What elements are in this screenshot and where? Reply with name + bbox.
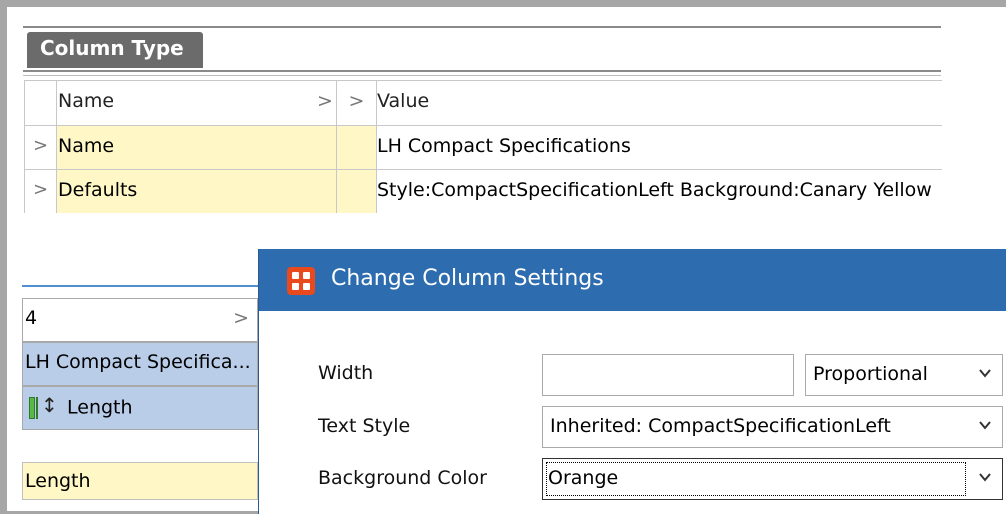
header-name[interactable]: Name xyxy=(56,81,336,125)
panel-separator xyxy=(22,285,258,287)
text-style-select[interactable]: Inherited: CompactSpecificationLeft xyxy=(542,406,1003,448)
background-color-select[interactable]: Orange xyxy=(542,458,1003,500)
length-item-label: Length xyxy=(67,396,133,419)
chevron-right-icon[interactable]: > xyxy=(233,307,249,329)
text-style-value: Inherited: CompactSpecificationLeft xyxy=(550,415,891,437)
sort-arrow-icon[interactable]: > xyxy=(312,81,338,125)
width-input[interactable] xyxy=(542,354,794,396)
width-mode-select[interactable]: Proportional xyxy=(805,354,1003,396)
column-name-item[interactable]: LH Compact Specifica... xyxy=(22,342,258,386)
index-value: 4 xyxy=(25,307,38,329)
change-column-settings-dialog: Change Column Settings Width Proportiona… xyxy=(258,249,1006,514)
chevron-down-icon[interactable] xyxy=(977,365,993,381)
background-color-label: Background Color xyxy=(318,467,487,489)
property-name: Defaults xyxy=(56,170,336,213)
row-expander-icon[interactable]: > xyxy=(24,170,56,213)
property-grid: Name > > Value > Name LH Compact Specifi… xyxy=(24,80,942,214)
chevron-down-icon[interactable] xyxy=(977,417,993,433)
property-value[interactable]: Style:CompactSpecificationLeft Backgroun… xyxy=(376,170,942,213)
tab-strip-divider-light xyxy=(23,75,941,76)
tab-strip-top-border xyxy=(23,26,941,28)
property-spacer xyxy=(336,170,376,213)
table-row[interactable]: > Name LH Compact Specifications xyxy=(24,125,942,169)
row-expander-icon[interactable]: > xyxy=(24,126,56,169)
length-item[interactable]: ↕ Length xyxy=(22,386,258,430)
background-color-value: Orange xyxy=(548,467,619,489)
chevron-down-icon[interactable] xyxy=(977,469,993,485)
dialog-title: Change Column Settings xyxy=(331,266,604,291)
width-mode-value: Proportional xyxy=(813,363,928,385)
index-field[interactable]: 4 > xyxy=(22,298,258,342)
header-value[interactable]: Value xyxy=(376,81,942,125)
grid-header-row: Name > > Value xyxy=(24,80,942,125)
app-icon xyxy=(287,267,315,295)
text-style-label: Text Style xyxy=(318,415,411,437)
property-name: Name xyxy=(56,126,336,169)
property-value[interactable]: LH Compact Specifications xyxy=(376,126,942,169)
expand-arrow-icon[interactable]: > xyxy=(336,81,376,125)
table-row[interactable]: > Defaults Style:CompactSpecificationLef… xyxy=(24,169,942,213)
length-icon: ↕ xyxy=(29,393,59,421)
selected-value-field[interactable]: Length xyxy=(22,462,258,500)
tab-column-type[interactable]: Column Type xyxy=(27,32,203,68)
header-spacer xyxy=(24,81,56,125)
property-spacer xyxy=(336,126,376,169)
dialog-title-bar[interactable]: Change Column Settings xyxy=(259,249,1006,311)
width-label: Width xyxy=(318,362,374,384)
tab-strip-divider xyxy=(23,70,941,72)
